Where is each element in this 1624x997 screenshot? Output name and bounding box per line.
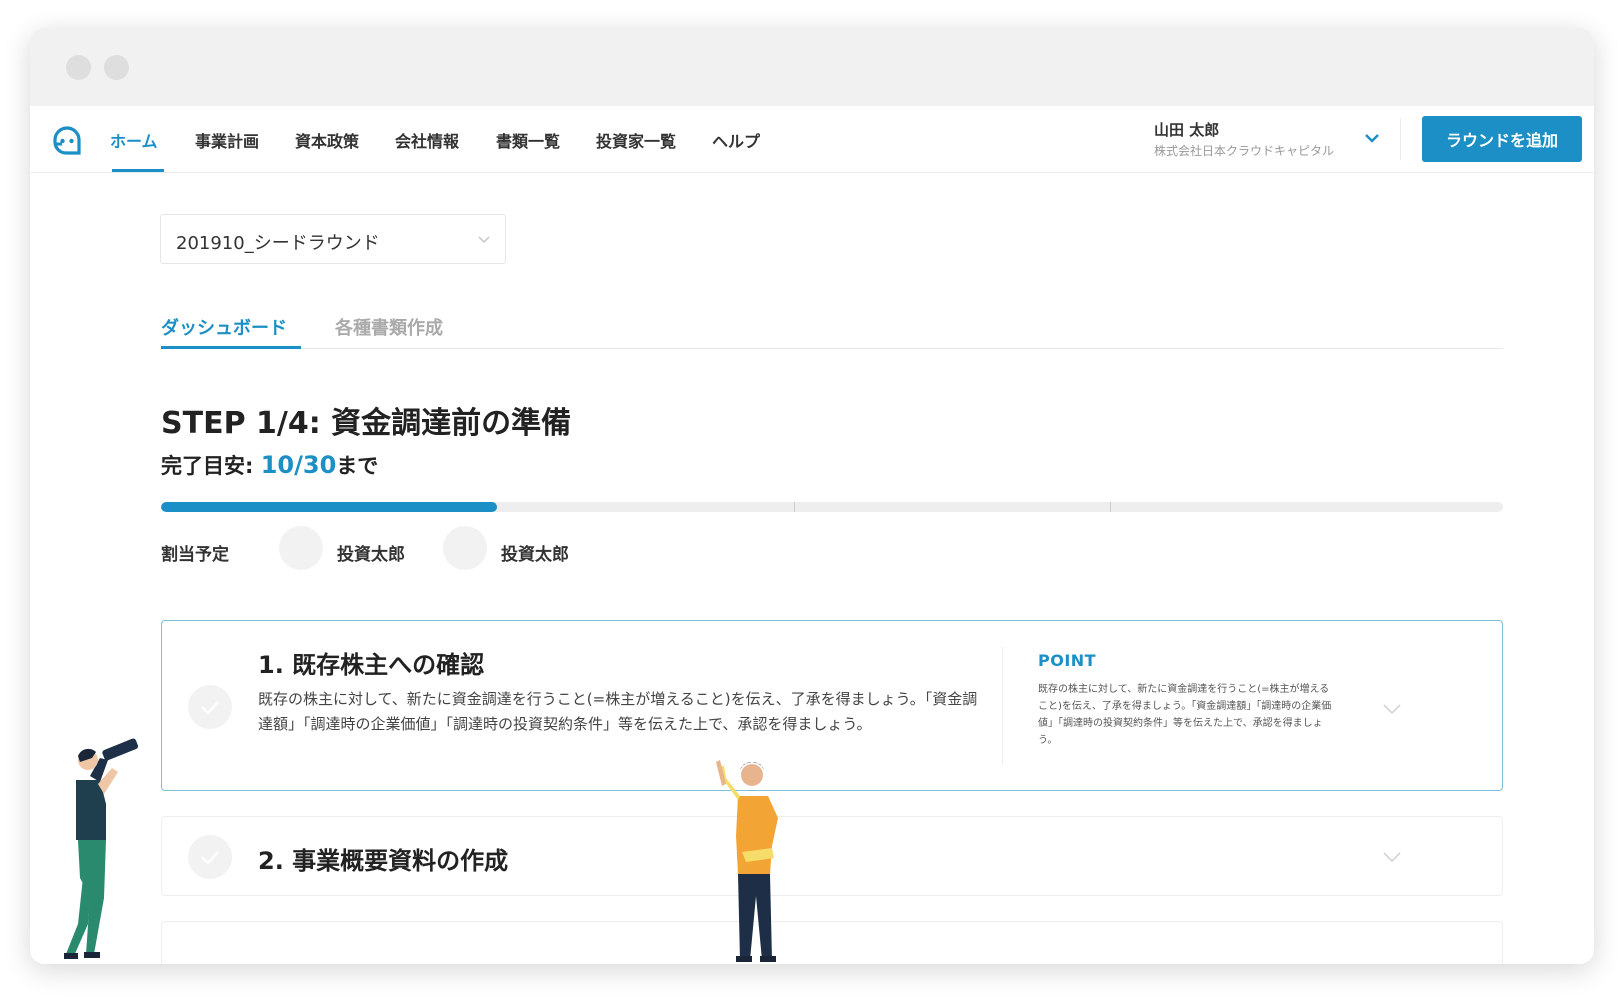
person-telescope-illustration xyxy=(64,738,139,959)
logo-icon[interactable] xyxy=(52,124,82,156)
task-card-3[interactable] xyxy=(161,921,1503,964)
point-description: 既存の株主に対して、新たに資金調達を行うこと(=株主が増えること)を伝え、了承を… xyxy=(1038,684,1332,746)
top-nav: ホーム 事業計画 資本政策 会社情報 書類一覧 投資家一覧 ヘルプ 山田 太郎 … xyxy=(30,106,1594,173)
step-deadline: 完了目安: 10/30まで xyxy=(161,450,378,480)
nav-item-help[interactable]: ヘルプ xyxy=(712,128,760,152)
nav-item-capital-policy[interactable]: 資本政策 xyxy=(295,128,359,152)
nav-item-company-info[interactable]: 会社情報 xyxy=(395,128,459,152)
step-title: STEP 1/4: 資金調達前の準備 xyxy=(161,406,572,441)
window-titlebar xyxy=(30,28,1594,106)
tab-documents[interactable]: 各種書類作成 xyxy=(335,314,443,340)
nav-separator xyxy=(1400,118,1401,160)
chevron-down-icon[interactable] xyxy=(1382,851,1402,863)
window-button-close[interactable] xyxy=(66,55,91,80)
app-window: ホーム 事業計画 資本政策 会社情報 書類一覧 投資家一覧 ヘルプ 山田 太郎 … xyxy=(30,28,1594,964)
deadline-label: 完了目安: xyxy=(161,454,261,478)
nav-active-indicator xyxy=(112,169,164,172)
tabs-divider xyxy=(161,348,1503,349)
progress-step-divider xyxy=(1110,502,1111,512)
task-title: 1. 既存株主への確認 xyxy=(258,651,485,679)
investor-name[interactable]: 投資太郎 xyxy=(337,540,405,565)
task-card-2[interactable]: 2. 事業概要資料の作成 xyxy=(161,816,1503,896)
task-card-1[interactable]: 1. 既存株主への確認 既存の株主に対して、新たに資金調達を行うこと(=株主が増… xyxy=(161,620,1503,791)
round-select-value: 201910_シードラウンド xyxy=(176,233,380,254)
check-icon[interactable] xyxy=(188,835,232,879)
avatar xyxy=(443,526,487,570)
nav-item-business-plan[interactable]: 事業計画 xyxy=(195,128,259,152)
deadline-date: 10/30 xyxy=(260,451,337,479)
investor-name[interactable]: 投資太郎 xyxy=(501,540,569,565)
task-title: 2. 事業概要資料の作成 xyxy=(258,847,509,875)
tab-dashboard[interactable]: ダッシュボード xyxy=(161,314,287,340)
add-round-button[interactable]: ラウンドを追加 xyxy=(1422,116,1582,162)
window-button-minimize[interactable] xyxy=(104,55,129,80)
tab-active-indicator xyxy=(161,346,301,349)
round-select[interactable]: 201910_シードラウンド xyxy=(160,214,506,264)
avatar xyxy=(279,526,323,570)
step-progress-fill xyxy=(161,502,497,512)
allocation-label: 割当予定 xyxy=(161,545,229,565)
deadline-suffix: まで xyxy=(336,454,379,478)
user-name[interactable]: 山田 太郎 xyxy=(1154,119,1219,140)
point-label: POINT xyxy=(1038,651,1097,670)
card-divider xyxy=(1002,647,1003,765)
nav-item-documents[interactable]: 書類一覧 xyxy=(496,128,560,152)
person-pointing-illustration xyxy=(716,760,778,962)
progress-step-divider xyxy=(794,502,795,512)
step-progress-bar xyxy=(161,502,1503,512)
nav-item-investors[interactable]: 投資家一覧 xyxy=(596,128,676,152)
check-icon[interactable] xyxy=(188,685,232,729)
user-company: 株式会社日本クラウドキャピタル xyxy=(1154,144,1335,158)
chevron-down-icon xyxy=(478,236,490,244)
nav-item-home[interactable]: ホーム xyxy=(110,128,158,152)
task-description: 既存の株主に対して、新たに資金調達を行うこと(=株主が増えること)を伝え、了承を… xyxy=(258,690,978,733)
chevron-down-icon[interactable] xyxy=(1364,132,1380,144)
chevron-down-icon[interactable] xyxy=(1382,703,1402,715)
